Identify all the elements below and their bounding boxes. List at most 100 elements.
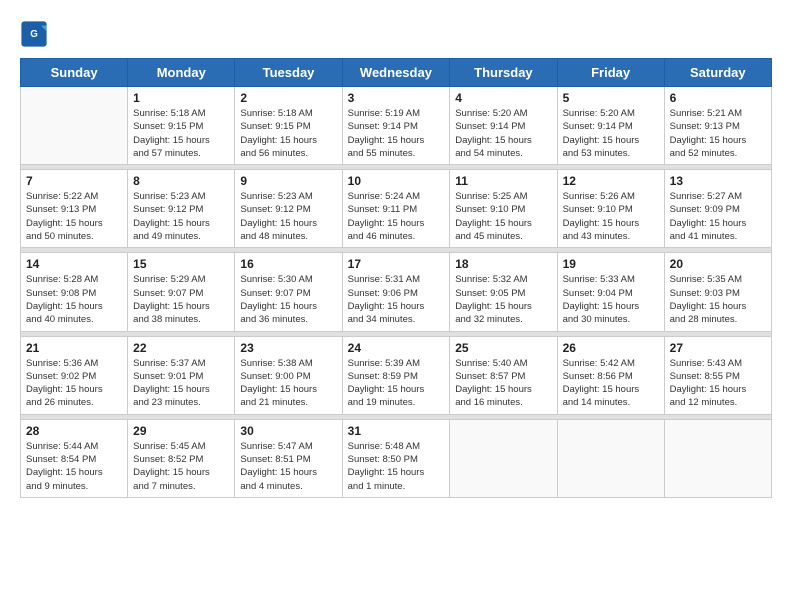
calendar-day-cell: [557, 419, 664, 497]
calendar-day-cell: 14 Sunrise: 5:28 AM Sunset: 9:08 PM Dayli…: [21, 253, 128, 331]
day-info: Sunrise: 5:18 AM Sunset: 9:15 PM Dayligh…: [240, 107, 336, 160]
day-number: 13: [670, 174, 766, 188]
calendar-day-cell: 15 Sunrise: 5:29 AM Sunset: 9:07 PM Dayli…: [128, 253, 235, 331]
day-number: 5: [563, 91, 659, 105]
day-info: Sunrise: 5:31 AM Sunset: 9:06 PM Dayligh…: [348, 273, 445, 326]
day-info: Sunrise: 5:25 AM Sunset: 9:10 PM Dayligh…: [455, 190, 551, 243]
day-number: 11: [455, 174, 551, 188]
day-info: Sunrise: 5:22 AM Sunset: 9:13 PM Dayligh…: [26, 190, 122, 243]
calendar-week-row: 28Sunrise: 5:44 AM Sunset: 8:54 PM Dayli…: [21, 419, 772, 497]
day-info: Sunrise: 5:37 AM Sunset: 9:01 PM Dayligh…: [133, 357, 229, 410]
day-number: 26: [563, 341, 659, 355]
day-number: 10: [348, 174, 445, 188]
calendar-day-cell: 7 Sunrise: 5:22 AM Sunset: 9:13 PM Daylig…: [21, 170, 128, 248]
calendar-body: 1 Sunrise: 5:18 AM Sunset: 9:15 PM Daylig…: [21, 87, 772, 498]
weekday-header: Wednesday: [342, 59, 450, 87]
day-info: Sunrise: 5:23 AM Sunset: 9:12 PM Dayligh…: [240, 190, 336, 243]
logo: G: [20, 20, 52, 48]
day-number: 23: [240, 341, 336, 355]
day-number: 19: [563, 257, 659, 271]
calendar-day-cell: 19 Sunrise: 5:33 AM Sunset: 9:04 PM Dayli…: [557, 253, 664, 331]
day-number: 22: [133, 341, 229, 355]
day-number: 17: [348, 257, 445, 271]
calendar-day-cell: 16 Sunrise: 5:30 AM Sunset: 9:07 PM Dayli…: [235, 253, 342, 331]
day-info: Sunrise: 5:45 AM Sunset: 8:52 PM Dayligh…: [133, 440, 229, 493]
day-number: 6: [670, 91, 766, 105]
day-info: Sunrise: 5:30 AM Sunset: 9:07 PM Dayligh…: [240, 273, 336, 326]
day-number: 14: [26, 257, 122, 271]
calendar-day-cell: 31 Sunrise: 5:48 AM Sunset: 8:50 PM Dayli…: [342, 419, 450, 497]
day-number: 18: [455, 257, 551, 271]
calendar-day-cell: 25 Sunrise: 5:40 AM Sunset: 8:57 PM Dayli…: [450, 336, 557, 414]
day-info: Sunrise: 5:42 AM Sunset: 8:56 PM Dayligh…: [563, 357, 659, 410]
page-header: G: [20, 20, 772, 48]
day-number: 24: [348, 341, 445, 355]
weekday-header: Monday: [128, 59, 235, 87]
day-number: 2: [240, 91, 336, 105]
calendar-day-cell: 1 Sunrise: 5:18 AM Sunset: 9:15 PM Daylig…: [128, 87, 235, 165]
day-info: Sunrise: 5:33 AM Sunset: 9:04 PM Dayligh…: [563, 273, 659, 326]
weekday-header: Thursday: [450, 59, 557, 87]
day-info: Sunrise: 5:20 AM Sunset: 9:14 PM Dayligh…: [455, 107, 551, 160]
day-number: 27: [670, 341, 766, 355]
day-info: Sunrise: 5:23 AM Sunset: 9:12 PM Dayligh…: [133, 190, 229, 243]
svg-text:G: G: [30, 29, 38, 40]
calendar-week-row: 7 Sunrise: 5:22 AM Sunset: 9:13 PM Daylig…: [21, 170, 772, 248]
calendar-day-cell: 30 Sunrise: 5:47 AM Sunset: 8:51 PM Dayli…: [235, 419, 342, 497]
calendar-day-cell: 21Sunrise: 5:36 AM Sunset: 9:02 PM Dayli…: [21, 336, 128, 414]
calendar-week-row: 14 Sunrise: 5:28 AM Sunset: 9:08 PM Dayli…: [21, 253, 772, 331]
calendar-week-row: 21Sunrise: 5:36 AM Sunset: 9:02 PM Dayli…: [21, 336, 772, 414]
day-number: 1: [133, 91, 229, 105]
calendar-day-cell: 26 Sunrise: 5:42 AM Sunset: 8:56 PM Dayli…: [557, 336, 664, 414]
weekday-header: Saturday: [664, 59, 771, 87]
day-number: 29: [133, 424, 229, 438]
day-info: Sunrise: 5:35 AM Sunset: 9:03 PM Dayligh…: [670, 273, 766, 326]
day-info: Sunrise: 5:24 AM Sunset: 9:11 PM Dayligh…: [348, 190, 445, 243]
day-number: 12: [563, 174, 659, 188]
calendar-header: SundayMondayTuesdayWednesdayThursdayFrid…: [21, 59, 772, 87]
calendar-day-cell: 27Sunrise: 5:43 AM Sunset: 8:55 PM Dayli…: [664, 336, 771, 414]
calendar-table: SundayMondayTuesdayWednesdayThursdayFrid…: [20, 58, 772, 498]
day-info: Sunrise: 5:39 AM Sunset: 8:59 PM Dayligh…: [348, 357, 445, 410]
calendar-day-cell: 3Sunrise: 5:19 AM Sunset: 9:14 PM Daylig…: [342, 87, 450, 165]
day-number: 16: [240, 257, 336, 271]
day-number: 20: [670, 257, 766, 271]
day-info: Sunrise: 5:19 AM Sunset: 9:14 PM Dayligh…: [348, 107, 445, 160]
calendar-day-cell: 10 Sunrise: 5:24 AM Sunset: 9:11 PM Dayli…: [342, 170, 450, 248]
day-number: 25: [455, 341, 551, 355]
calendar-day-cell: [664, 419, 771, 497]
calendar-day-cell: [450, 419, 557, 497]
weekday-header: Friday: [557, 59, 664, 87]
day-info: Sunrise: 5:32 AM Sunset: 9:05 PM Dayligh…: [455, 273, 551, 326]
calendar-day-cell: [21, 87, 128, 165]
weekday-row: SundayMondayTuesdayWednesdayThursdayFrid…: [21, 59, 772, 87]
day-info: Sunrise: 5:29 AM Sunset: 9:07 PM Dayligh…: [133, 273, 229, 326]
calendar-week-row: 1 Sunrise: 5:18 AM Sunset: 9:15 PM Daylig…: [21, 87, 772, 165]
day-info: Sunrise: 5:48 AM Sunset: 8:50 PM Dayligh…: [348, 440, 445, 493]
day-info: Sunrise: 5:47 AM Sunset: 8:51 PM Dayligh…: [240, 440, 336, 493]
day-number: 7: [26, 174, 122, 188]
calendar-day-cell: 20 Sunrise: 5:35 AM Sunset: 9:03 PM Dayli…: [664, 253, 771, 331]
calendar-day-cell: 2 Sunrise: 5:18 AM Sunset: 9:15 PM Daylig…: [235, 87, 342, 165]
calendar-day-cell: 9Sunrise: 5:23 AM Sunset: 9:12 PM Daylig…: [235, 170, 342, 248]
calendar-day-cell: 12 Sunrise: 5:26 AM Sunset: 9:10 PM Dayli…: [557, 170, 664, 248]
day-number: 30: [240, 424, 336, 438]
calendar-day-cell: 5Sunrise: 5:20 AM Sunset: 9:14 PM Daylig…: [557, 87, 664, 165]
calendar-day-cell: 17 Sunrise: 5:31 AM Sunset: 9:06 PM Dayli…: [342, 253, 450, 331]
day-info: Sunrise: 5:21 AM Sunset: 9:13 PM Dayligh…: [670, 107, 766, 160]
day-info: Sunrise: 5:18 AM Sunset: 9:15 PM Dayligh…: [133, 107, 229, 160]
day-info: Sunrise: 5:28 AM Sunset: 9:08 PM Dayligh…: [26, 273, 122, 326]
day-info: Sunrise: 5:44 AM Sunset: 8:54 PM Dayligh…: [26, 440, 122, 493]
day-info: Sunrise: 5:26 AM Sunset: 9:10 PM Dayligh…: [563, 190, 659, 243]
day-number: 21: [26, 341, 122, 355]
calendar-day-cell: 13Sunrise: 5:27 AM Sunset: 9:09 PM Dayli…: [664, 170, 771, 248]
calendar-day-cell: 4Sunrise: 5:20 AM Sunset: 9:14 PM Daylig…: [450, 87, 557, 165]
calendar-day-cell: 29 Sunrise: 5:45 AM Sunset: 8:52 PM Dayli…: [128, 419, 235, 497]
calendar-day-cell: 11 Sunrise: 5:25 AM Sunset: 9:10 PM Dayli…: [450, 170, 557, 248]
day-number: 31: [348, 424, 445, 438]
day-number: 15: [133, 257, 229, 271]
day-info: Sunrise: 5:40 AM Sunset: 8:57 PM Dayligh…: [455, 357, 551, 410]
weekday-header: Sunday: [21, 59, 128, 87]
calendar-day-cell: 18 Sunrise: 5:32 AM Sunset: 9:05 PM Dayli…: [450, 253, 557, 331]
calendar-day-cell: 24 Sunrise: 5:39 AM Sunset: 8:59 PM Dayli…: [342, 336, 450, 414]
